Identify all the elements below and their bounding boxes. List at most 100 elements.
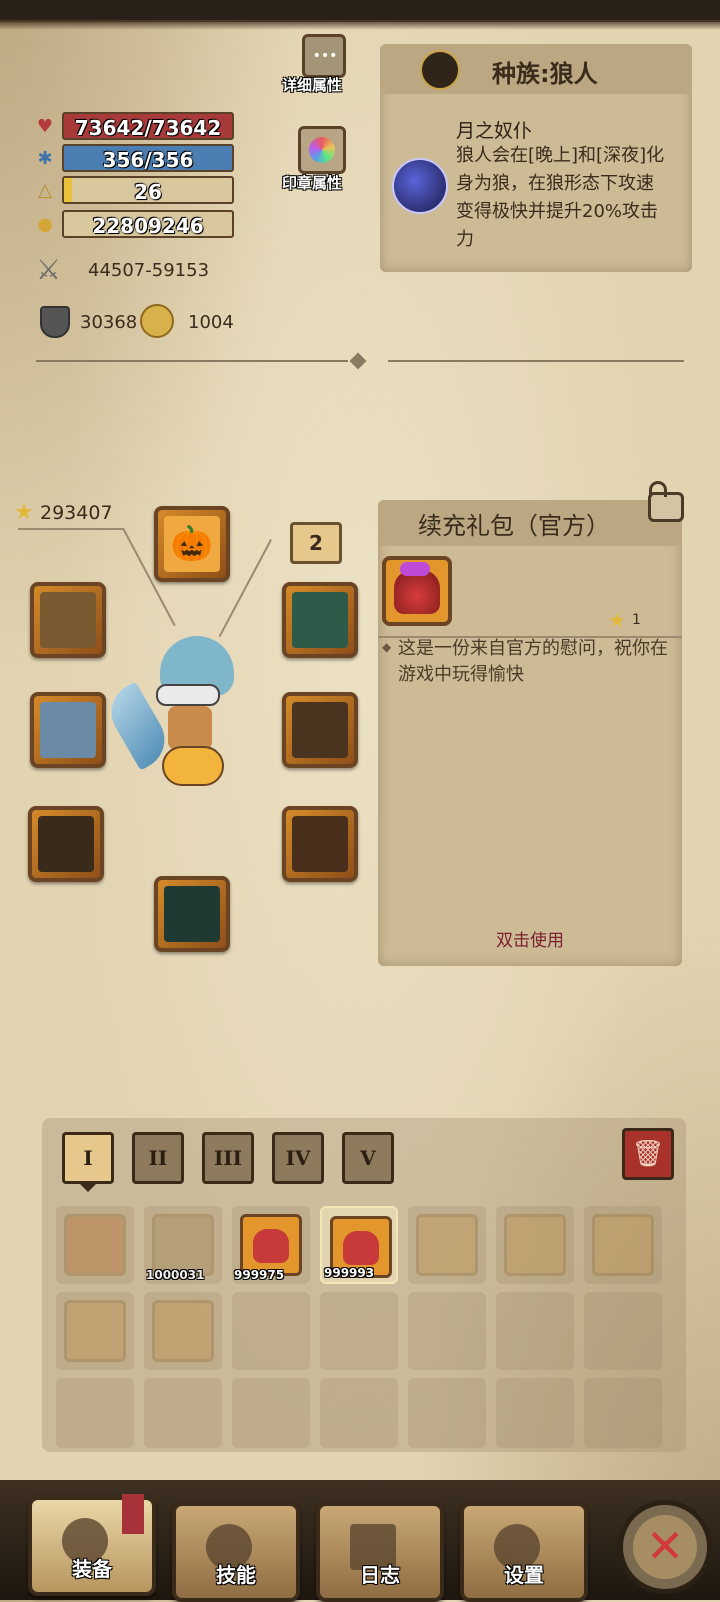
inventory-slot-empty[interactable] [408,1292,486,1370]
boots-slot[interactable] [282,806,358,882]
inventory-slot[interactable] [144,1292,222,1370]
character-face [168,706,212,750]
inventory-slot-empty[interactable] [144,1378,222,1448]
inventory-slot[interactable] [496,1206,574,1284]
close-icon: ✕ [633,1515,697,1579]
inventory-slot-empty[interactable] [232,1292,310,1370]
divider-right [388,360,684,362]
close-button[interactable]: ✕ [618,1500,712,1594]
werewolf-moon-icon [392,158,448,214]
boots-icon [292,816,348,872]
bag-tab-4[interactable]: IV [272,1132,324,1184]
item-title: 续充礼包（官方） [418,512,610,540]
bullet-diamond-icon: ◆ [382,640,392,654]
speed-boot-icon [140,304,174,338]
bookmark-ribbon [122,1494,144,1534]
wolf-emblem-icon [420,50,460,90]
nav-log-button[interactable]: 日志 [316,1502,444,1602]
slot-count-badge[interactable]: 2 [290,522,342,564]
gold-icon: ● [37,214,53,235]
trash-icon[interactable]: 🗑 [622,1128,674,1180]
armor-value: 30368 [80,312,138,333]
lock-shackle [649,481,667,497]
blade-weapon-icon [40,702,96,758]
inventory-slot[interactable] [584,1206,662,1284]
item-stars: 1 [632,612,641,628]
item-description: 这是一份来自官方的慰问，祝你在游戏中玩得愉快 [398,638,668,685]
bag-tab-3[interactable]: III [202,1132,254,1184]
inventory-slot[interactable] [56,1292,134,1370]
item-quantity: 999993 [324,1266,375,1280]
hp-bar: 73642/73642 [62,112,234,140]
inventory-slot[interactable] [408,1206,486,1284]
inventory-slot-selected[interactable]: 999993 [320,1206,398,1284]
bag-body [394,570,440,614]
more-dots-icon: ••• [312,48,338,64]
weapon-slot[interactable] [30,692,106,768]
shoulder-slot[interactable] [30,582,106,658]
bag-tab-1[interactable]: I [62,1132,114,1184]
level-progress-fill [64,178,72,202]
bag-tab-2[interactable]: II [132,1132,184,1184]
divider-diamond [349,352,367,370]
bag-gem [400,562,430,576]
book-icon [64,1300,126,1362]
seal-attributes-button[interactable] [298,126,346,174]
speed-value: 1004 [188,312,234,333]
inventory-slot-empty[interactable] [232,1378,310,1448]
race-title: 种族:狼人 [492,60,598,88]
inventory-slot[interactable]: 1000031 [144,1206,222,1284]
inventory-slot[interactable] [56,1206,134,1284]
helmet-slot[interactable]: 🎃 [154,506,230,582]
nav-equip-label: 装备 [72,1557,112,1581]
score-underline [18,528,124,530]
level-icon: △ [38,180,52,201]
amulet-slot[interactable] [282,582,358,658]
character-body [162,746,224,786]
inventory-slot-empty[interactable] [408,1378,486,1448]
bag-body [343,1231,379,1265]
divider-left [36,360,348,362]
crossed-swords-icon: ⚔ [36,253,62,286]
nav-log-label: 日志 [360,1563,400,1587]
inventory-slot-empty[interactable] [496,1292,574,1370]
book-icon [152,1300,214,1362]
nav-settings-button[interactable]: 设置 [460,1502,588,1602]
star-icon: ★ [14,500,34,525]
gloves-slot[interactable] [28,806,104,882]
active-tab-indicator [80,1184,96,1192]
star-icon: ★ [608,608,626,632]
nav-skills-button[interactable]: 技能 [172,1502,300,1602]
detail-attributes-label: 详细属性 [282,76,343,94]
chest-armor-icon [292,702,348,758]
locked-book-icon [64,1214,126,1276]
scroll-icon [152,1214,214,1276]
inventory-slot-empty[interactable] [584,1292,662,1370]
inventory-slot[interactable]: 999975 [232,1206,310,1284]
dark-armor-icon [164,886,220,942]
item-quantity: 999975 [234,1268,285,1282]
book-icon [416,1214,478,1276]
armor-slot[interactable] [282,692,358,768]
nav-equip-button[interactable]: 装备 [28,1494,156,1596]
inventory-slot-empty[interactable] [584,1378,662,1448]
equipment-score: 293407 [40,502,113,524]
inventory-slot-empty[interactable] [496,1378,574,1448]
level-value: 26 [134,180,162,204]
book-icon [592,1214,654,1276]
nav-skills-label: 技能 [216,1563,256,1587]
inventory-slot-empty[interactable] [56,1378,134,1448]
mp-bar: 356/356 [62,144,234,172]
detail-attributes-button[interactable]: ••• [302,34,346,78]
heart-icon: ♥ [36,116,54,137]
cloak-slot[interactable] [154,876,230,952]
attack-value: 44507-59153 [88,260,210,281]
level-bar: 26 [62,176,234,204]
inventory-slot-empty[interactable] [320,1378,398,1448]
gift-bag-icon [382,556,452,626]
bag-tab-5[interactable]: V [342,1132,394,1184]
inventory-slot-empty[interactable] [320,1292,398,1370]
trait-name: 月之奴仆 [456,120,533,142]
lock-open-icon[interactable] [648,481,684,522]
double-click-hint: 双击使用 [496,931,564,951]
